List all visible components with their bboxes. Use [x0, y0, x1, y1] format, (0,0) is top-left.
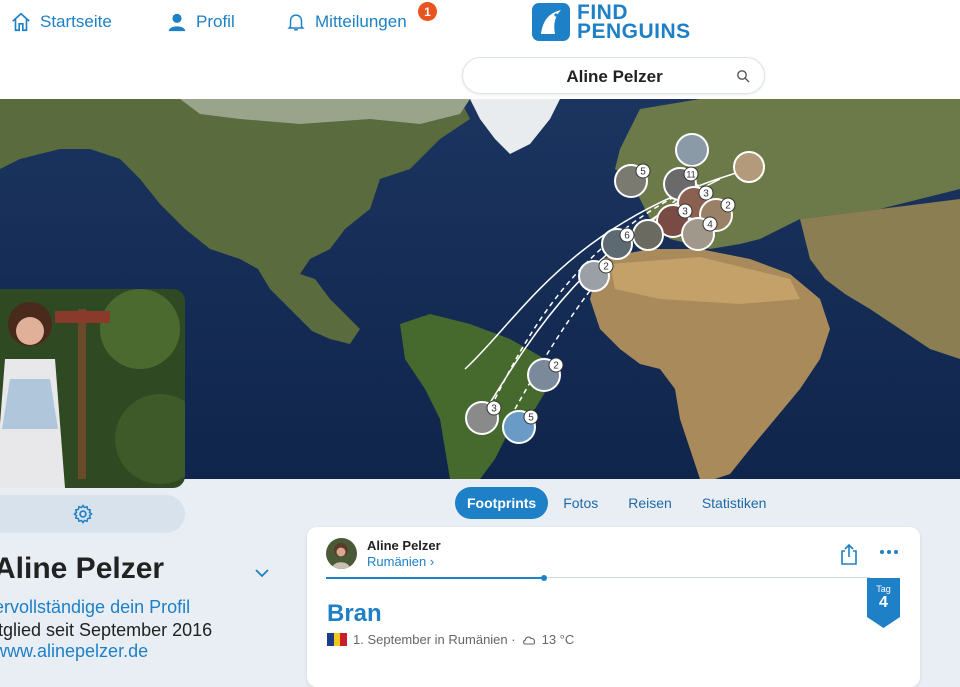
notification-badge: 1 [418, 2, 437, 21]
pin-count: 2 [725, 201, 731, 212]
author-avatar[interactable] [326, 538, 357, 569]
pin-count: 3 [682, 207, 688, 218]
top-navigation: Startseite Profil Mitteilungen 1 FIND PE… [0, 0, 960, 99]
website-link[interactable]: www.alinepelzer.de [0, 641, 148, 662]
home-icon [12, 12, 30, 32]
profile-settings-button[interactable] [0, 495, 185, 533]
country-link[interactable]: Rumänien › [367, 554, 434, 569]
author-name[interactable]: Aline Pelzer [367, 538, 441, 553]
romania-flag-icon [327, 633, 348, 646]
photo-foliage-patch [100, 289, 180, 369]
footprint-card[interactable]: Aline Pelzer Rumänien › Bran 1. Septembe… [307, 527, 920, 687]
person-icon [168, 13, 186, 32]
map-pin [675, 133, 709, 167]
map-pin [733, 151, 765, 183]
nav-home[interactable]: Startseite [10, 11, 112, 33]
footprint-title[interactable]: Bran [327, 600, 382, 628]
pin-count: 11 [686, 170, 695, 180]
pin-count: 2 [553, 361, 559, 372]
footprint-date: 1. September in Rumänien · [353, 632, 516, 647]
progress-marker [540, 575, 547, 581]
day-label: Tag [876, 584, 891, 594]
progress-fill [326, 577, 544, 579]
photo-face [16, 317, 44, 345]
nav-home-label: Startseite [40, 12, 112, 31]
day-indicator: Tag 4 [867, 584, 900, 611]
bell-icon [287, 14, 305, 31]
pin-count: 2 [603, 262, 609, 273]
cloud-icon [522, 636, 535, 645]
complete-profile-link[interactable]: ervollständige dein Profil [0, 597, 190, 618]
tab-footprints[interactable]: Footprints [455, 487, 549, 519]
gear-icon [73, 504, 92, 524]
nav-profile-label: Profil [196, 12, 235, 31]
findpenguins-logo[interactable]: FIND PENGUINS [531, 2, 691, 42]
logo-wordmark: FIND PENGUINS [577, 2, 691, 43]
footprint-progress [326, 575, 870, 581]
penguin-logo-icon [532, 3, 570, 41]
nav-notifications[interactable]: Mitteilungen [285, 11, 407, 33]
profile-tabs: Footprints Fotos Reisen Statistiken [455, 487, 781, 519]
pin-count: 5 [640, 167, 646, 178]
photo-dress-pattern [2, 379, 58, 429]
profile-name: Aline Pelzer [0, 552, 165, 585]
share-icon[interactable] [839, 543, 859, 565]
pin-count: 6 [624, 231, 630, 242]
pin-count: 5 [528, 413, 534, 424]
profile-photo[interactable] [0, 289, 185, 488]
more-options-icon[interactable] [879, 549, 899, 555]
tab-reisen[interactable]: Reisen [613, 487, 687, 519]
chevron-down-icon[interactable] [253, 564, 271, 582]
photo-sign [55, 311, 110, 323]
nav-profile[interactable]: Profil [166, 11, 235, 33]
member-since-text: itglied seit September 2016 [0, 620, 213, 640]
footprint-temperature: 13 °C [541, 632, 575, 647]
search-field[interactable]: Aline Pelzer [462, 57, 765, 94]
pin-count: 4 [707, 220, 713, 231]
day-number: 4 [879, 594, 888, 611]
search-value: Aline Pelzer [566, 67, 663, 86]
footprint-meta: 1. September in Rumänien · 13 °C [327, 632, 574, 647]
map-pin [632, 219, 664, 251]
search-icon[interactable] [736, 69, 750, 83]
photo-signpost [78, 309, 86, 479]
nav-notifications-label: Mitteilungen [315, 12, 407, 31]
map-pin: 6 [601, 227, 635, 260]
logo-line-2: PENGUINS [577, 20, 691, 43]
tab-fotos[interactable]: Fotos [548, 487, 613, 519]
pin-count: 3 [703, 189, 709, 200]
tab-statistiken[interactable]: Statistiken [687, 487, 782, 519]
pin-count: 3 [491, 404, 497, 415]
